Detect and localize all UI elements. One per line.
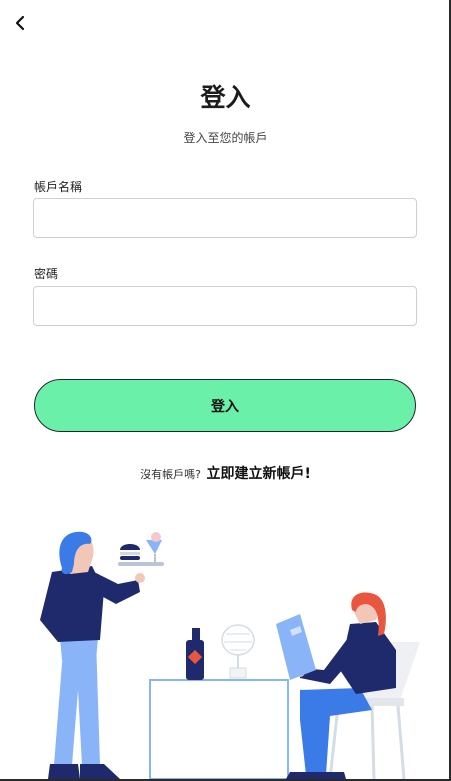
signup-row: 沒有帳戶嗎? 立即建立新帳戶! [0, 463, 451, 483]
login-button[interactable]: 登入 [34, 379, 416, 432]
back-button[interactable] [10, 12, 30, 34]
page-title: 登入 [200, 83, 251, 112]
table [149, 624, 289, 779]
signup-prompt: 沒有帳戶嗎? [140, 468, 201, 481]
password-field[interactable] [33, 286, 417, 326]
login-button-label: 登入 [211, 398, 239, 415]
username-label: 帳戶名稱 [34, 180, 83, 194]
chevron-left-icon [15, 15, 25, 31]
waiter-figure [40, 531, 164, 779]
password-label: 密碼 [34, 267, 59, 281]
customer-figure [276, 592, 420, 779]
username-field[interactable] [33, 198, 417, 238]
page-subtitle: 登入至您的帳戶 [183, 131, 268, 145]
restaurant-illustration [40, 531, 420, 779]
signup-link[interactable]: 立即建立新帳戶! [206, 466, 310, 482]
